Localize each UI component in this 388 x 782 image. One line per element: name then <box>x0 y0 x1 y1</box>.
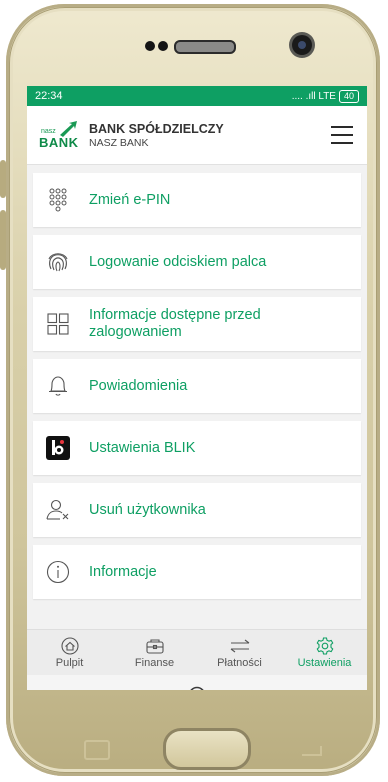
nav-label: Pulpit <box>55 657 84 669</box>
nav-item-ustawienia[interactable]: Ustawienia <box>282 630 367 676</box>
fingerprint-icon <box>45 249 71 275</box>
logo-small-text: nasz <box>41 128 56 135</box>
front-camera <box>292 35 312 55</box>
nav-item-pulpit[interactable]: Pulpit <box>27 630 112 676</box>
header-titles: BANK SPÓŁDZIELCZY NASZ BANK <box>89 122 331 149</box>
grid-icon <box>45 311 71 337</box>
menu-item-notifications[interactable]: Powiadomienia <box>33 359 361 413</box>
home-circle-icon[interactable] <box>188 686 206 690</box>
menu-item-change-epin[interactable]: Zmień e-PIN <box>33 173 361 227</box>
menu-item-blik-settings[interactable]: Ustawienia BLIK <box>33 421 361 475</box>
android-navigation-bar <box>27 675 367 690</box>
nav-label: Ustawienia <box>297 657 352 669</box>
menu-item-label: Zmień e-PIN <box>89 191 171 208</box>
blik-icon <box>45 435 71 461</box>
menu-item-label: Logowanie odciskiem palca <box>89 253 267 270</box>
nav-label: Finanse <box>134 657 175 669</box>
menu-item-label: Powiadomienia <box>89 377 188 394</box>
gear-icon <box>316 637 333 655</box>
app-header: nasz BANK BANK SPÓŁDZIELCZY NASZ BANK <box>27 106 367 165</box>
nav-item-finanse[interactable]: Finanse <box>112 630 197 676</box>
home-icon <box>60 637 79 655</box>
hamburger-menu-icon[interactable] <box>331 124 353 146</box>
sensor-dot <box>145 41 155 51</box>
menu-item-information[interactable]: Informacje <box>33 545 361 599</box>
info-icon <box>45 559 71 585</box>
logo-big-text: BANK <box>39 135 79 150</box>
menu-item-label: Ustawienia BLIK <box>89 439 196 456</box>
settings-list: Zmień e-PIN Logowanie odciskiem palca In… <box>27 165 367 599</box>
earpiece-speaker <box>174 40 236 54</box>
menu-item-label: Informacje <box>89 563 157 580</box>
back-key[interactable] <box>302 746 322 756</box>
hardware-home-button[interactable] <box>163 728 251 770</box>
app-screen: 22:34 .... .ıll LTE 40 nasz BANK BANK SP… <box>27 86 367 690</box>
volume-button <box>0 160 6 198</box>
remove-user-icon <box>45 497 71 523</box>
page-title: BANK SPÓŁDZIELCZY <box>89 121 224 136</box>
battery-icon: 40 <box>338 89 359 103</box>
signal-indicator: .... .ıll LTE <box>291 90 336 102</box>
menu-item-label: Informacje dostępne przed zalogowaniem <box>89 307 261 340</box>
wallet-icon <box>145 639 164 654</box>
menu-item-prelogin-info[interactable]: Informacje dostępne przed zalogowaniem <box>33 297 361 351</box>
status-indicators: .... .ıll LTE 40 <box>291 89 359 103</box>
menu-item-remove-user[interactable]: Usuń użytkownika <box>33 483 361 537</box>
status-time: 22:34 <box>35 90 63 102</box>
status-bar: 22:34 .... .ıll LTE 40 <box>27 86 367 106</box>
nav-label: Płatności <box>217 657 262 669</box>
menu-item-label: Usuń użytkownika <box>89 501 206 518</box>
bottom-navigation: Pulpit Finanse Płatności Ustawienia <box>27 629 367 676</box>
back-triangle-icon[interactable] <box>305 689 317 690</box>
recent-apps-icon[interactable] <box>77 689 89 690</box>
bell-icon <box>45 373 71 399</box>
page-subtitle: NASZ BANK <box>89 136 149 149</box>
recent-apps-key[interactable] <box>84 740 110 760</box>
sensor-dot <box>158 41 168 51</box>
transfer-icon <box>230 639 249 653</box>
keypad-icon <box>45 187 71 213</box>
menu-item-fingerprint-login[interactable]: Logowanie odciskiem palca <box>33 235 361 289</box>
nav-item-platnosci[interactable]: Płatności <box>197 630 282 676</box>
bank-logo: nasz BANK <box>37 120 83 150</box>
volume-button <box>0 210 6 270</box>
